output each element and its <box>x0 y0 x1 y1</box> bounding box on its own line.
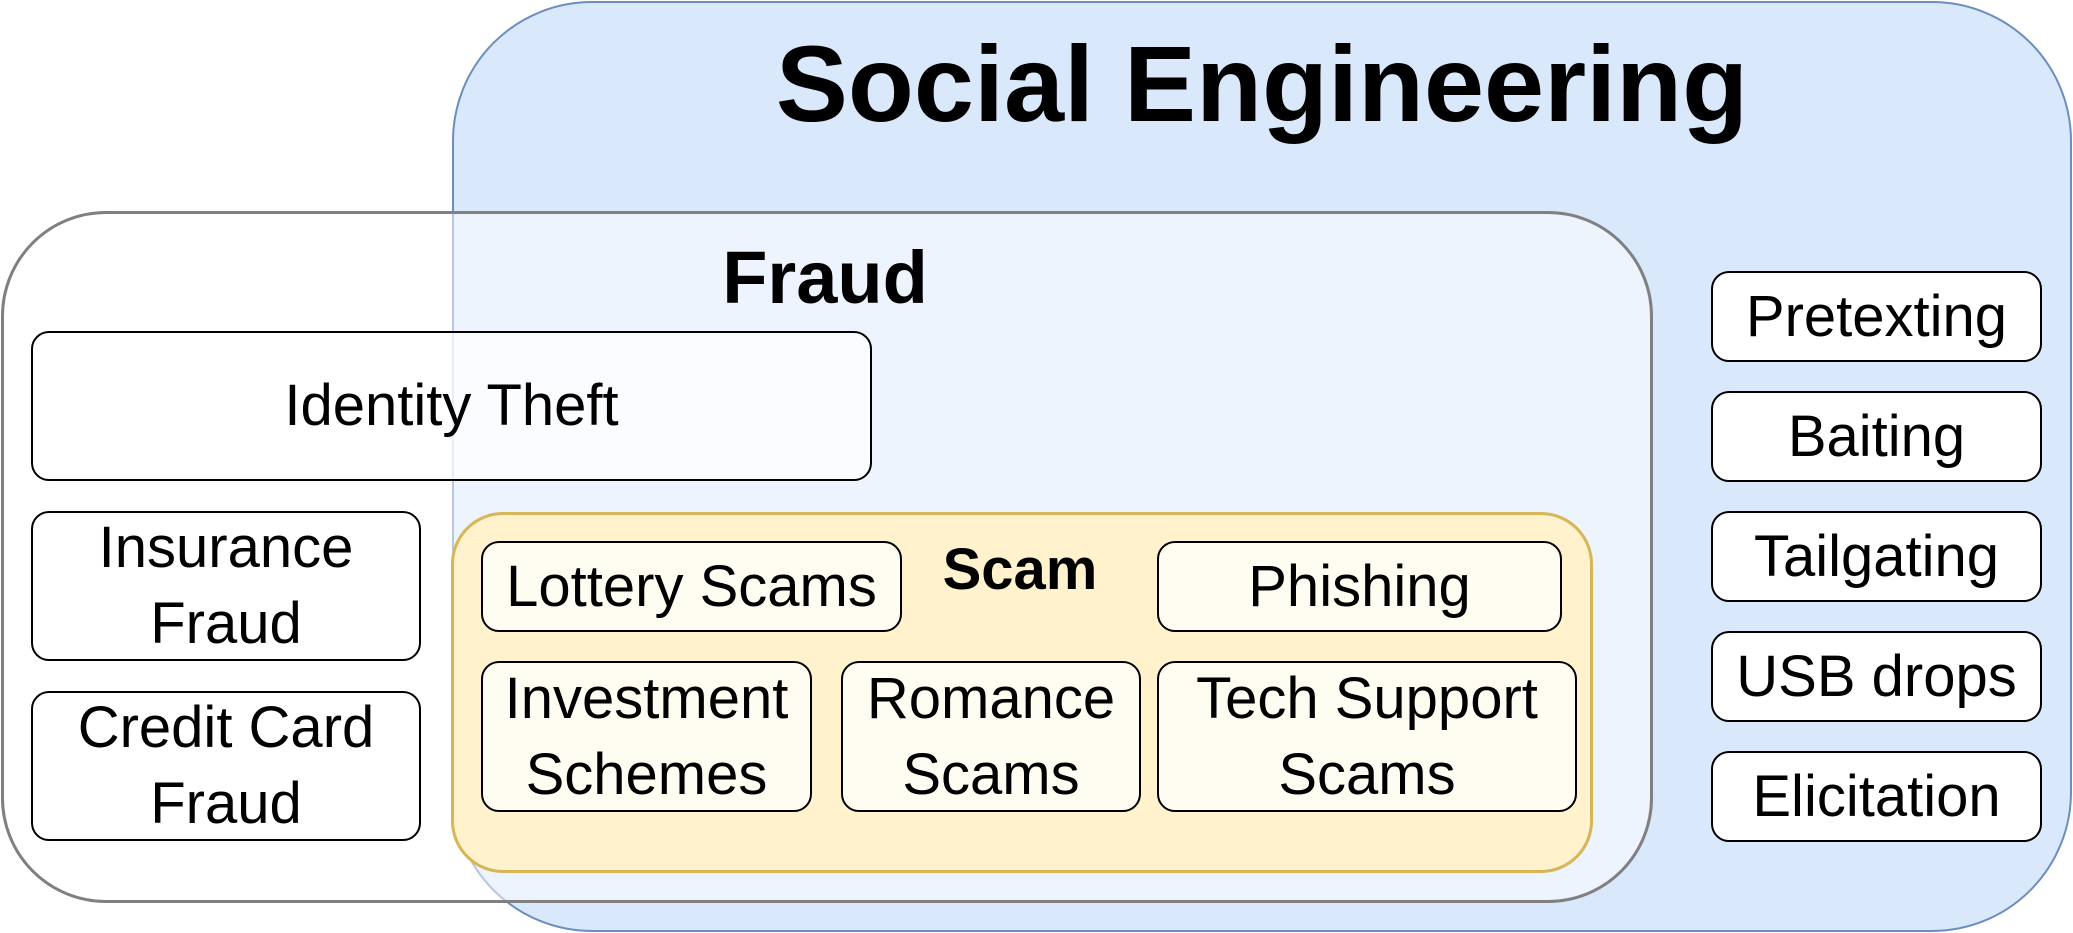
credit-card-fraud-label-line1: Credit Card <box>77 695 375 760</box>
scam-title: Scam <box>942 537 1098 602</box>
investment-schemes-label-line1: Investment <box>504 665 789 731</box>
tech-support-scams-label-line2: Scams <box>1278 741 1456 807</box>
pretexting-node: Pretexting <box>1711 271 2042 362</box>
fraud-title: Fraud <box>722 236 928 319</box>
investment-schemes-node: Investment Schemes <box>481 661 812 812</box>
usb-drops-node: USB drops <box>1711 631 2042 722</box>
lottery-scams-node: Lottery Scams <box>481 541 902 632</box>
credit-card-fraud-label-line2: Fraud <box>150 771 302 836</box>
identity-theft-node: Identity Theft <box>31 331 872 481</box>
insurance-fraud-label-line1: Insurance <box>98 515 354 580</box>
phishing-label: Phishing <box>1248 553 1471 619</box>
tailgating-node: Tailgating <box>1711 511 2042 602</box>
romance-scams-node: Romance Scams <box>841 661 1141 812</box>
elicitation-label: Elicitation <box>1752 763 2001 829</box>
pretexting-label: Pretexting <box>1745 283 2008 349</box>
insurance-fraud-label-line2: Fraud <box>150 591 302 656</box>
baiting-node: Baiting <box>1711 391 2042 482</box>
elicitation-node: Elicitation <box>1711 751 2042 842</box>
romance-scams-label-line2: Scams <box>902 741 1080 807</box>
credit-card-fraud-node: Credit Card Fraud <box>31 691 421 841</box>
insurance-fraud-node: Insurance Fraud <box>31 511 421 661</box>
identity-theft-label: Identity Theft <box>284 373 619 438</box>
usb-drops-label: USB drops <box>1736 643 2017 709</box>
investment-schemes-label-line2: Schemes <box>525 741 768 807</box>
tech-support-scams-node: Tech Support Scams <box>1157 661 1577 812</box>
tech-support-scams-label-line1: Tech Support <box>1196 665 1538 731</box>
baiting-label: Baiting <box>1787 403 1966 469</box>
phishing-node: Phishing <box>1157 541 1562 632</box>
social-engineering-title: Social Engineering <box>775 23 1749 144</box>
lottery-scams-label: Lottery Scams <box>506 553 877 619</box>
tailgating-label: Tailgating <box>1753 523 2000 589</box>
romance-scams-label-line1: Romance <box>866 665 1116 731</box>
